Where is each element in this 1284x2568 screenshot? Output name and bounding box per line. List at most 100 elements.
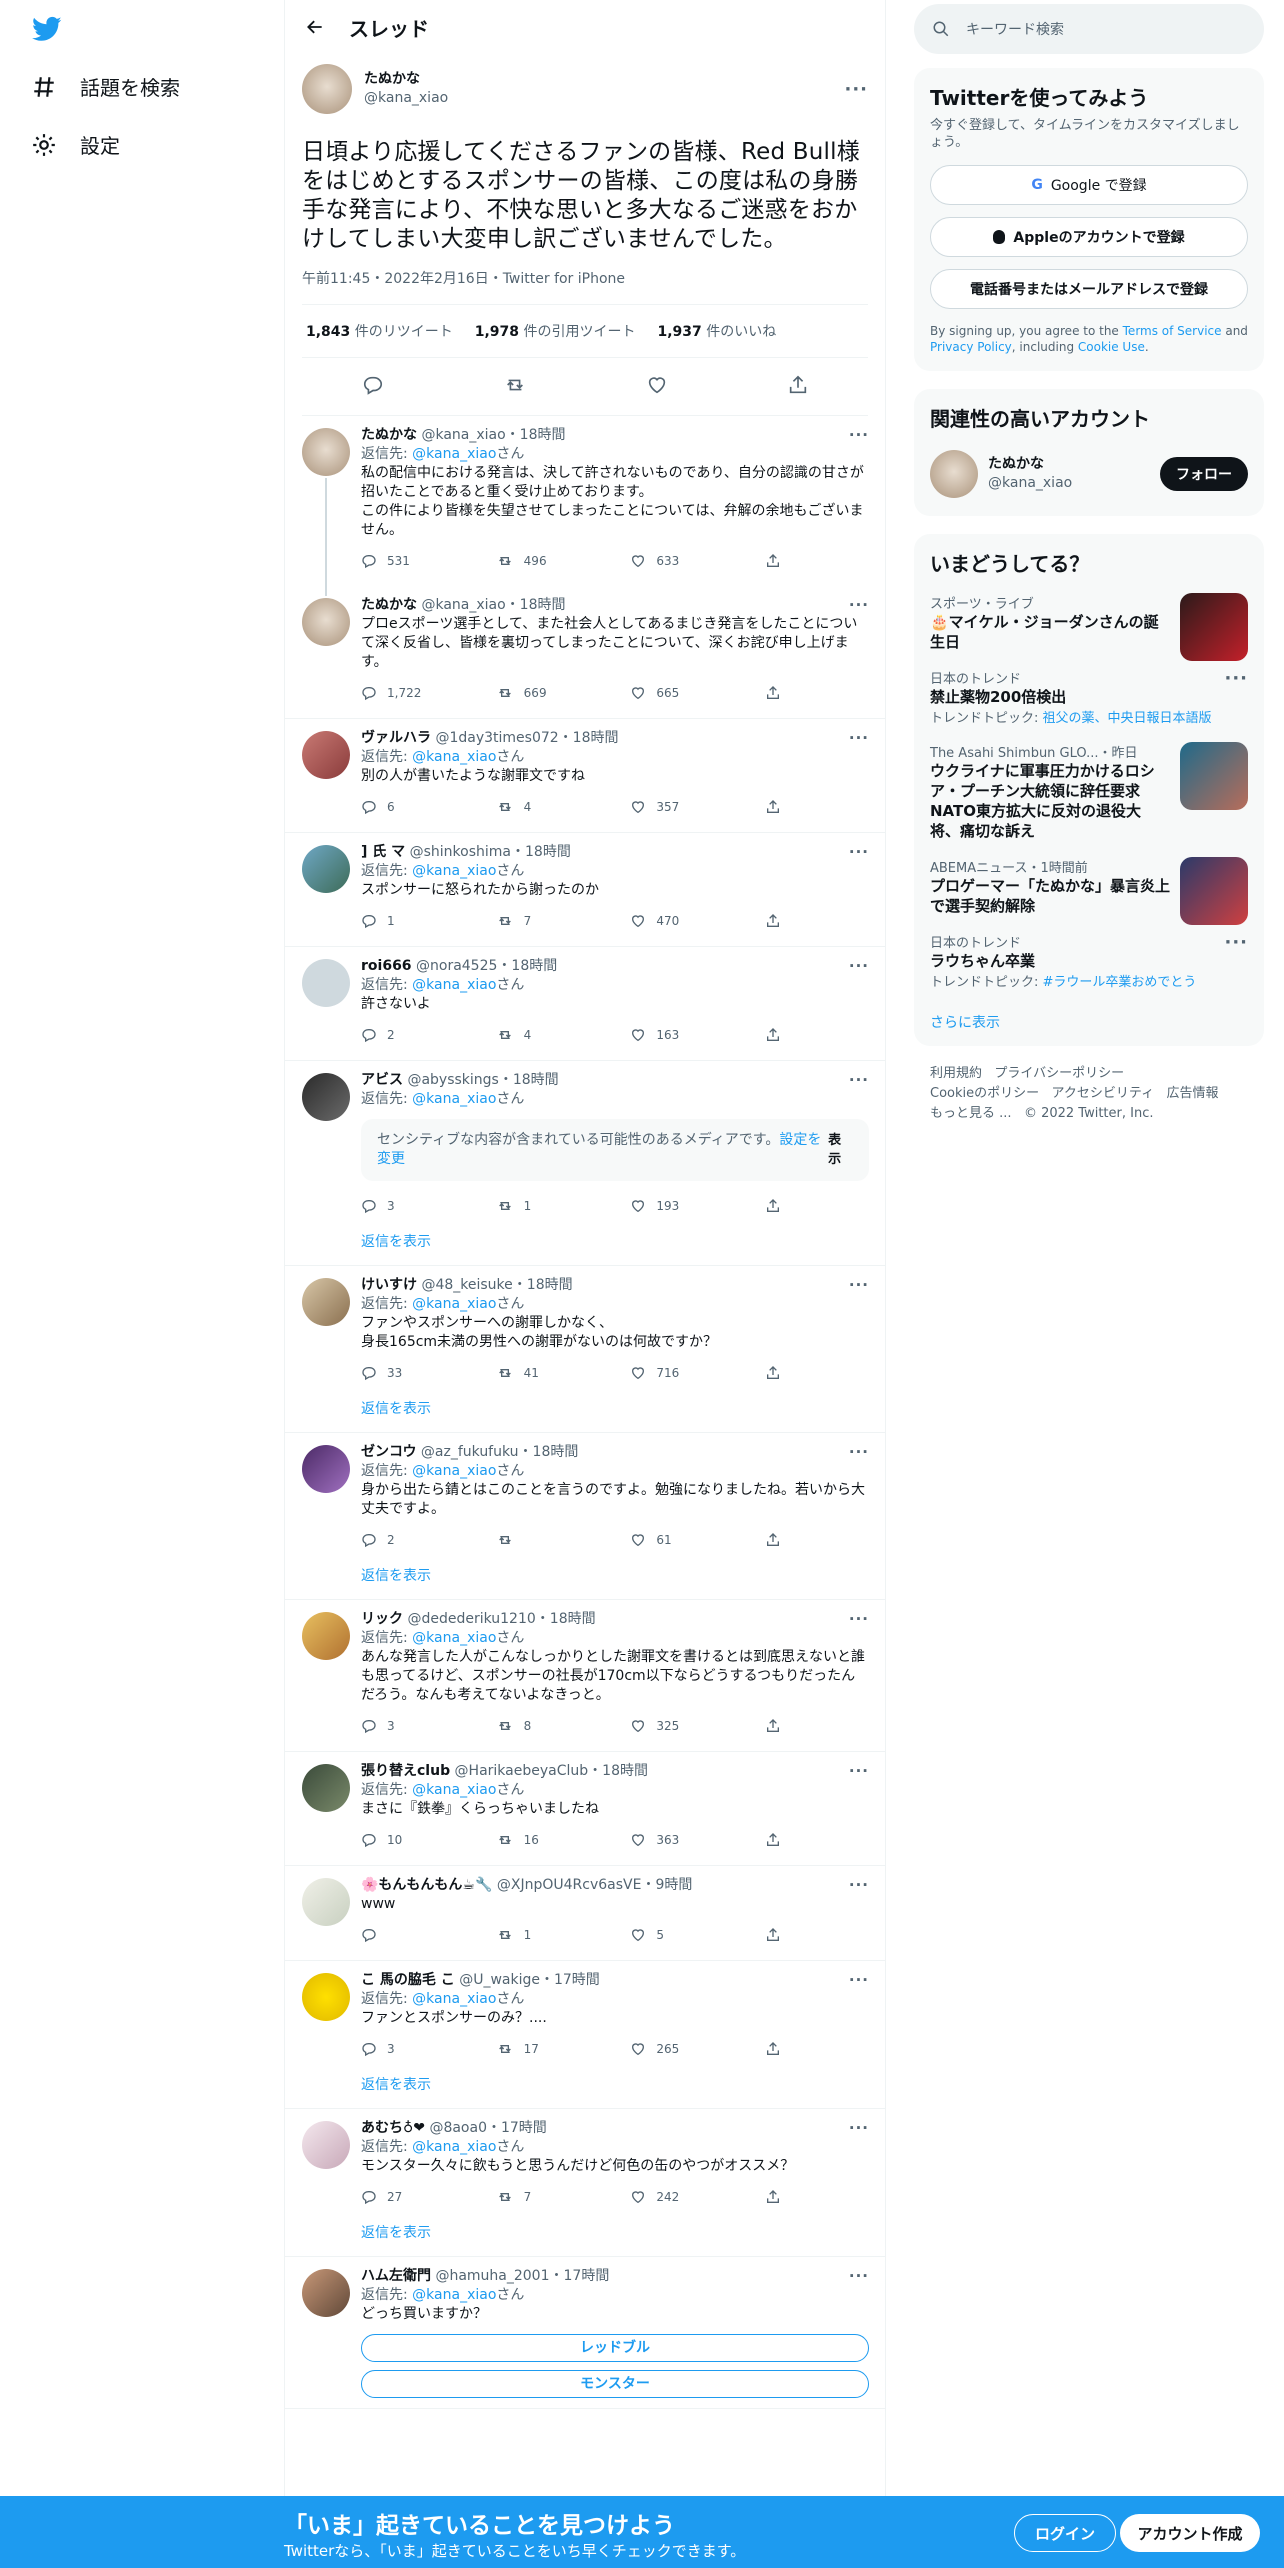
reply-author-handle[interactable]: @hamuha_2001 <box>435 2268 549 2284</box>
share-button[interactable] <box>765 1365 781 1381</box>
reply-author-name[interactable]: けいすけ <box>361 1277 417 1293</box>
more-icon[interactable]: ··· <box>1224 932 1248 953</box>
more-icon[interactable]: ··· <box>849 729 869 747</box>
share-icon[interactable] <box>787 374 809 400</box>
retweet-button[interactable]: 669 <box>496 684 631 703</box>
reply-button[interactable]: 33 <box>361 1364 496 1383</box>
retweet-icon[interactable] <box>503 374 527 400</box>
avatar[interactable] <box>302 598 350 646</box>
reply-button[interactable]: 3 <box>361 2040 496 2059</box>
like-button[interactable]: 357 <box>630 798 765 817</box>
avatar[interactable] <box>302 2121 350 2169</box>
reply-author-name[interactable]: ヴァルハラ <box>361 730 431 746</box>
reply-time[interactable]: 18時間 <box>527 1277 573 1293</box>
retweet-button[interactable]: 7 <box>496 2188 631 2207</box>
reply-tweet[interactable]: ··· roi666 @nora4525・18時間 返信先: @kana_xiaoさ… <box>285 947 885 1061</box>
avatar[interactable] <box>302 1445 350 1493</box>
reply-author-handle[interactable]: @48_keisuke <box>421 1277 512 1293</box>
more-icon[interactable]: ··· <box>1224 668 1248 689</box>
google-signup-button[interactable]: G Google で登録 <box>930 165 1248 205</box>
show-replies-link[interactable]: 返信を表示 <box>361 1565 869 1585</box>
reply-tweet[interactable]: ··· たぬかな @kana_xiao・18時間 プロeスポーツ選手として、また社会… <box>285 586 885 719</box>
more-icon[interactable]: ··· <box>849 596 869 614</box>
reply-author-handle[interactable]: @dedederiku1210 <box>407 1611 535 1627</box>
footer-link[interactable]: 広告情報 <box>1167 1086 1219 1101</box>
retweet-count[interactable]: 1,843 件のリツイート <box>306 321 453 341</box>
reply-author-name[interactable]: ハム左衛門 <box>361 2268 431 2284</box>
reply-to-link[interactable]: @kana_xiao <box>412 863 496 879</box>
show-replies-link[interactable]: 返信を表示 <box>361 2074 869 2094</box>
like-button[interactable]: 363 <box>630 1831 765 1850</box>
reply-author-handle[interactable]: @shinkoshima <box>410 844 511 860</box>
reply-button[interactable] <box>361 1927 496 1943</box>
retweet-button[interactable]: 41 <box>496 1364 631 1383</box>
reply-author-handle[interactable]: @az_fukufuku <box>421 1444 519 1460</box>
twitter-logo-icon[interactable] <box>30 14 64 44</box>
footer-link[interactable]: プライバシーポリシー <box>994 1066 1124 1081</box>
like-button[interactable]: 633 <box>630 552 765 571</box>
reply-tweet[interactable]: ··· 張り替えclub @HarikaebeyaClub・18時間 返信先: @k… <box>285 1752 885 1866</box>
search-input[interactable]: キーワード検索 <box>914 4 1264 54</box>
reply-button[interactable]: 1,722 <box>361 684 496 703</box>
retweet-button[interactable]: 17 <box>496 2040 631 2059</box>
reply-to-link[interactable]: @kana_xiao <box>412 977 496 993</box>
retweet-button[interactable] <box>496 1532 631 1548</box>
reply-time[interactable]: 17時間 <box>554 1972 600 1988</box>
privacy-link[interactable]: Privacy Policy <box>930 340 1012 354</box>
retweet-button[interactable]: 16 <box>496 1831 631 1850</box>
tweet-meta[interactable]: 午前11:45・2022年2月16日・Twitter for iPhone <box>302 268 868 288</box>
reply-to-link[interactable]: @kana_xiao <box>412 2139 496 2155</box>
reply-time[interactable]: 18時間 <box>550 1611 596 1627</box>
reply-to-link[interactable]: @kana_xiao <box>412 1630 496 1646</box>
reply-time[interactable]: 18時間 <box>520 597 566 613</box>
share-button[interactable] <box>765 1027 781 1043</box>
reply-time[interactable]: 9時間 <box>655 1877 692 1893</box>
reply-tweet[interactable]: ··· あむち♁❤ @8aoa0・17時間 返信先: @kana_xiaoさん モンス… <box>285 2109 885 2257</box>
phone-signup-button[interactable]: 電話番号またはメールアドレスで登録 <box>930 269 1248 309</box>
more-icon[interactable]: ··· <box>849 1971 869 1989</box>
more-icon[interactable]: ··· <box>849 2267 869 2285</box>
reply-author-name[interactable]: ] 氏 マ <box>361 844 405 860</box>
back-arrow-icon[interactable] <box>301 13 329 41</box>
share-button[interactable] <box>765 1198 781 1214</box>
like-button[interactable]: 665 <box>630 684 765 703</box>
reply-time[interactable]: 18時間 <box>511 958 557 974</box>
reply-time[interactable]: 17時間 <box>564 2268 610 2284</box>
reply-time[interactable]: 18時間 <box>602 1763 648 1779</box>
reply-to-link[interactable]: @kana_xiao <box>412 1782 496 1798</box>
follow-button[interactable]: フォロー <box>1160 457 1248 491</box>
trend-thumbnail[interactable] <box>1180 857 1248 925</box>
reply-button[interactable]: 3 <box>361 1197 496 1216</box>
more-icon[interactable]: ··· <box>849 1876 869 1894</box>
reply-author-handle[interactable]: @1day3times072 <box>435 730 558 746</box>
reply-author-name[interactable]: あむち♁❤ <box>361 2120 425 2136</box>
tos-link[interactable]: Terms of Service <box>1123 324 1222 338</box>
trend-item[interactable]: The Asahi Shimbun GLO...・昨日 ウクライナに軍事圧力かける… <box>930 742 1248 841</box>
share-button[interactable] <box>765 1927 781 1943</box>
avatar[interactable] <box>302 1278 350 1326</box>
reply-tweet[interactable]: ··· ゼンコウ @az_fukufuku・18時間 返信先: @kana_xiao… <box>285 1433 885 1600</box>
reply-to-link[interactable]: @kana_xiao <box>412 1991 496 2007</box>
share-button[interactable] <box>765 799 781 815</box>
more-icon[interactable]: ··· <box>849 1443 869 1461</box>
like-button[interactable]: 242 <box>630 2188 765 2207</box>
retweet-button[interactable]: 4 <box>496 798 631 817</box>
reply-tweet[interactable]: ··· 🌸もんもんもん☕🔧 @XJnpOU4Rcv6asVE・9時間 www 1 5 <box>285 1866 885 1961</box>
reply-button[interactable]: 6 <box>361 798 496 817</box>
retweet-button[interactable]: 4 <box>496 1026 631 1045</box>
avatar[interactable] <box>302 1764 350 1812</box>
reply-author-name[interactable]: こ 馬の脇毛 こ <box>361 1972 455 1988</box>
reply-tweet[interactable]: ··· ハム左衛門 @hamuha_2001・17時間 返信先: @kana_xia… <box>285 2257 885 2409</box>
related-name[interactable]: たぬかな <box>988 455 1072 474</box>
trend-item[interactable]: 日本のトレンド ラウちゃん卒業 トレンドトピック: #ラウール卒業おめでとう ··· <box>930 932 1248 990</box>
reply-to-link[interactable]: @kana_xiao <box>412 1296 496 1312</box>
reply-button[interactable]: 2 <box>361 1531 496 1550</box>
related-handle[interactable]: @kana_xiao <box>988 474 1072 493</box>
like-count[interactable]: 1,937 件のいいね <box>658 321 777 341</box>
reply-author-handle[interactable]: @kana_xiao <box>421 597 505 613</box>
reply-author-handle[interactable]: @8aoa0 <box>429 2120 487 2136</box>
reply-button[interactable]: 531 <box>361 552 496 571</box>
trend-item[interactable]: 日本のトレンド 禁止薬物200倍検出 トレンドトピック: 祖父の薬、中央日報日本語版… <box>930 668 1248 726</box>
cookie-link[interactable]: Cookie Use <box>1078 340 1145 354</box>
reply-button[interactable]: 2 <box>361 1026 496 1045</box>
